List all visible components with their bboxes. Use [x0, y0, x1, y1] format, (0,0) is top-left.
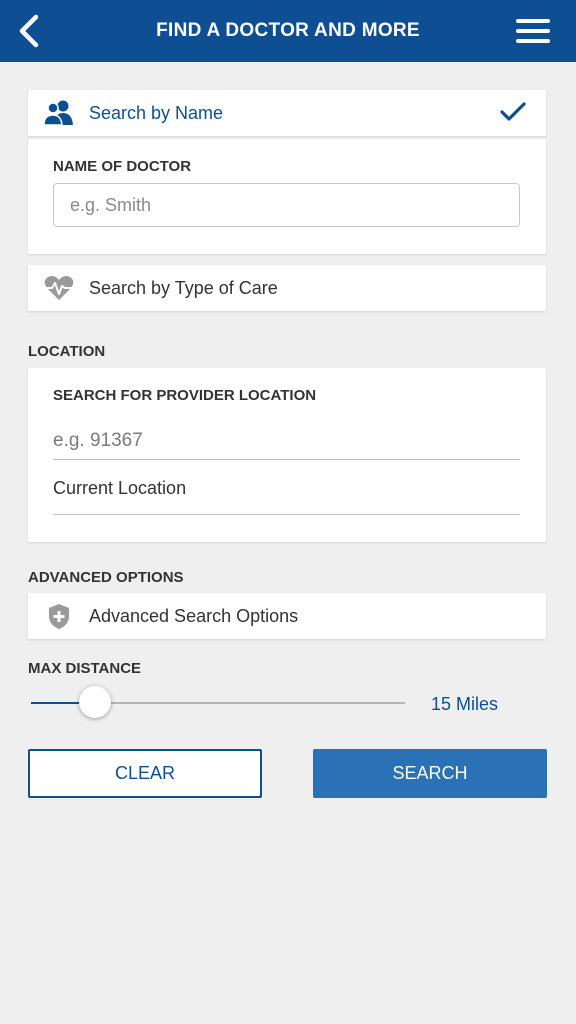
- clear-button[interactable]: CLEAR: [28, 749, 262, 798]
- current-location-option[interactable]: Current Location: [53, 478, 186, 499]
- location-panel: SEARCH FOR PROVIDER LOCATION Current Loc…: [28, 368, 546, 542]
- advanced-search-options-row[interactable]: Advanced Search Options: [28, 593, 546, 639]
- hamburger-menu-icon: [516, 19, 550, 43]
- provider-location-input[interactable]: [53, 422, 520, 460]
- page-title: FIND A DOCTOR AND MORE: [156, 20, 420, 41]
- max-distance-section-label: MAX DISTANCE: [28, 660, 142, 677]
- people-icon: [44, 100, 73, 125]
- doctor-name-input[interactable]: [53, 183, 520, 227]
- checkmark-icon: [500, 102, 526, 121]
- divider: [53, 514, 520, 515]
- search-by-name-tab[interactable]: Search by Name: [28, 90, 546, 136]
- search-by-type-tab[interactable]: Search by Type of Care: [28, 265, 546, 311]
- advanced-search-options-label: Advanced Search Options: [89, 606, 299, 626]
- search-button[interactable]: SEARCH: [313, 749, 547, 798]
- advanced-options-section-label: ADVANCED OPTIONS: [28, 569, 184, 586]
- search-by-name-label: Search by Name: [89, 103, 224, 123]
- name-of-doctor-label: NAME OF DOCTOR: [53, 158, 192, 175]
- app-header: FIND A DOCTOR AND MORE: [0, 0, 576, 62]
- menu-button[interactable]: [514, 16, 554, 46]
- heartbeat-icon: [44, 276, 74, 300]
- provider-location-label: SEARCH FOR PROVIDER LOCATION: [53, 387, 317, 404]
- max-distance-value: 15 Miles: [431, 694, 499, 714]
- name-search-panel: NAME OF DOCTOR: [28, 139, 546, 254]
- slider-track[interactable]: [95, 702, 405, 704]
- slider-thumb[interactable]: [79, 686, 111, 718]
- shield-plus-icon: [49, 604, 69, 629]
- search-by-type-label: Search by Type of Care: [89, 278, 278, 298]
- location-section-label: LOCATION: [28, 343, 106, 360]
